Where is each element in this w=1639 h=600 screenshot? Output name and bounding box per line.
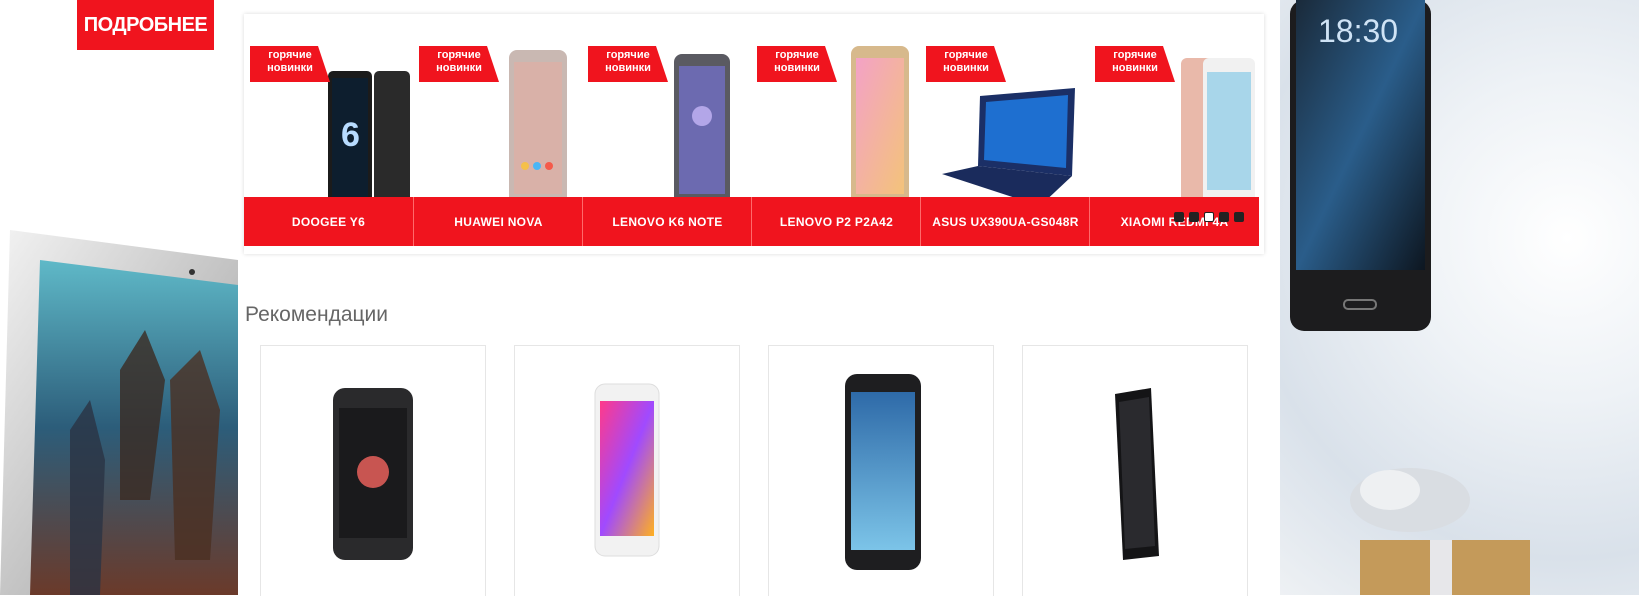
asus-zenfone-image: [594, 383, 660, 557]
product-card[interactable]: [1022, 345, 1248, 596]
hot-new-badge: горячие новинки: [926, 46, 1006, 82]
product-name-lenovo-k6[interactable]: LENOVO K6 NOTE: [582, 197, 752, 246]
product-name-lenovo-p2[interactable]: LENOVO P2 P2A42: [751, 197, 921, 246]
product-card[interactable]: [514, 345, 740, 596]
slider-dot[interactable]: [1174, 212, 1184, 222]
slider-dot[interactable]: [1234, 212, 1244, 222]
slider-dot[interactable]: [1189, 212, 1199, 222]
product-card[interactable]: [260, 345, 486, 596]
hot-new-badge: горячие новинки: [588, 46, 668, 82]
iphone-se-image: [333, 388, 413, 560]
hot-products-slider[interactable]: 6 горячие новинки горячие новинки горячие н…: [244, 14, 1264, 254]
black-phone-image: [1115, 388, 1159, 560]
details-button[interactable]: ПОДРОБНЕЕ: [77, 0, 214, 50]
slider-pagination: [1174, 212, 1244, 222]
laptop-promo-image[interactable]: [0, 230, 238, 595]
doogee-x5-image: [845, 374, 921, 570]
product-name-doogee[interactable]: DOOGEE Y6: [244, 197, 413, 246]
meizu-phone-image[interactable]: 18:30: [1288, 0, 1433, 333]
svg-text:6: 6: [341, 116, 360, 154]
hot-new-badge: горячие новинки: [1095, 46, 1175, 82]
hot-new-badge: горячие новинки: [757, 46, 837, 82]
slider-dot[interactable]: [1219, 212, 1229, 222]
slider-dot[interactable]: [1204, 212, 1214, 222]
product-name-asus[interactable]: ASUS UX390UA-GS048R: [920, 197, 1090, 246]
hot-new-badge: горячие новинки: [250, 46, 330, 82]
product-card[interactable]: [768, 345, 994, 596]
recommendations-title: Рекомендации: [245, 303, 389, 326]
product-name-huawei[interactable]: HUAWEI NOVA: [413, 197, 583, 246]
svg-text:18:30: 18:30: [1318, 13, 1398, 49]
gift-box-image: [1290, 460, 1540, 595]
hot-new-badge: горячие новинки: [419, 46, 499, 82]
